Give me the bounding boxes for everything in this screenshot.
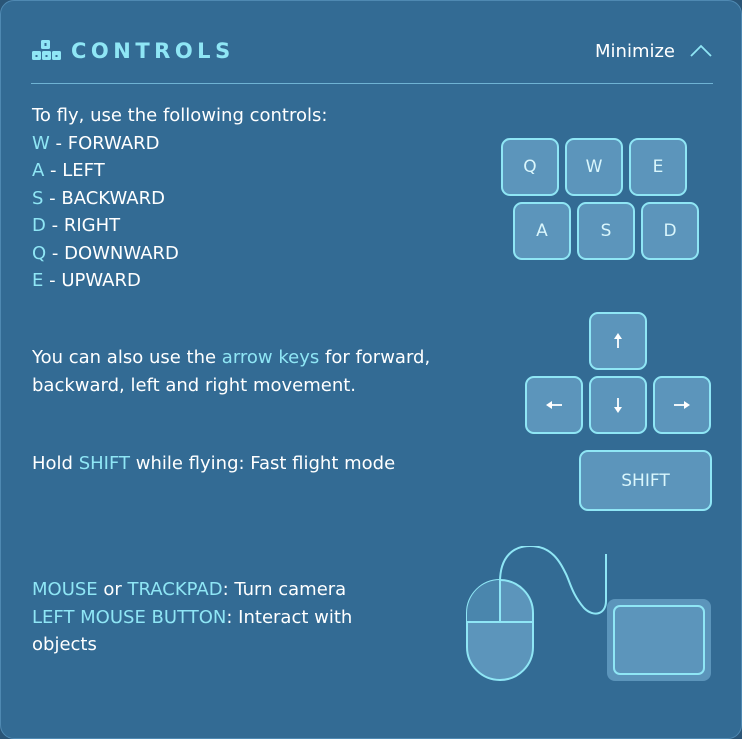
control-line-upward: E - UPWARD (32, 267, 141, 295)
key-e: E (629, 138, 687, 196)
shift-instruction: Hold SHIFT while flying: Fast flight mod… (32, 450, 395, 478)
minimize-button[interactable]: Minimize (595, 37, 713, 65)
control-key: E (32, 270, 44, 291)
mouse-line-2: LEFT MOUSE BUTTON: Interact with (32, 604, 352, 632)
arrow-up-icon (614, 333, 622, 348)
mouse-icon (466, 546, 607, 681)
mouse-trackpad-illustration (466, 546, 711, 681)
chevron-up-icon[interactable] (689, 44, 713, 58)
mouse-line-1: MOUSE or TRACKPAD: Turn camera (32, 576, 346, 604)
minimize-label: Minimize (595, 40, 675, 62)
arrow-text-highlight: arrow keys (221, 347, 320, 368)
trackpad-text-highlight: TRACKPAD (127, 579, 223, 600)
arrow-keys-line-1: You can also use the arrow keys for forw… (32, 344, 430, 372)
control-action: - RIGHT (45, 215, 121, 236)
key-q: Q (501, 138, 559, 196)
key-arrow-up (589, 312, 647, 370)
mouse-text-highlight: MOUSE (32, 579, 98, 600)
key-arrow-right (653, 376, 711, 434)
header-divider (31, 83, 713, 84)
shift-text-post: while flying: Fast flight mode (130, 453, 396, 474)
control-key: Q (32, 243, 47, 264)
control-line-forward: W - FORWARD (32, 130, 160, 158)
key-arrow-left (525, 376, 583, 434)
key-a: A (513, 202, 571, 260)
control-line-right: D - RIGHT (32, 212, 120, 240)
key-s: S (577, 202, 635, 260)
mouse-text-mid: or (97, 579, 128, 600)
panel-header: CONTROLS Minimize (31, 37, 713, 65)
control-action: - BACKWARD (43, 188, 165, 209)
panel-title: CONTROLS (71, 39, 235, 63)
control-action: - UPWARD (43, 270, 141, 291)
control-key: D (32, 215, 46, 236)
left-mouse-button-highlight: LEFT MOUSE BUTTON (32, 607, 227, 628)
keyboard-keys-icon (32, 40, 61, 60)
controls-panel: CONTROLS Minimize To fly, use the follow… (0, 0, 742, 739)
control-key: S (32, 188, 44, 209)
control-line-downward: Q - DOWNWARD (32, 240, 179, 268)
arrow-down-icon (614, 398, 622, 413)
control-line-backward: S - BACKWARD (32, 185, 165, 213)
arrow-text-pre: You can also use the (32, 347, 222, 368)
control-key: A (32, 160, 45, 181)
control-key: W (32, 133, 50, 154)
shift-text-pre: Hold (32, 453, 79, 474)
mouse-line-3: objects (32, 634, 97, 655)
key-w: W (565, 138, 623, 196)
mouse-line-2-post: : Interact with (226, 607, 353, 628)
arrow-text-post: for forward, (319, 347, 431, 368)
key-arrow-down (589, 376, 647, 434)
arrow-keys-line-2: backward, left and right movement. (32, 375, 357, 396)
key-shift: SHIFT (579, 450, 712, 511)
control-action: - FORWARD (49, 133, 160, 154)
arrow-right-icon (674, 401, 690, 409)
control-action: - DOWNWARD (46, 243, 179, 264)
control-action: - LEFT (44, 160, 105, 181)
mouse-text-post: : Turn camera (222, 579, 347, 600)
trackpad-icon (607, 599, 711, 681)
arrow-left-icon (546, 401, 562, 409)
fly-intro: To fly, use the following controls: (32, 105, 328, 126)
shift-text-highlight: SHIFT (78, 453, 131, 474)
control-line-left: A - LEFT (32, 157, 105, 185)
key-d: D (641, 202, 699, 260)
